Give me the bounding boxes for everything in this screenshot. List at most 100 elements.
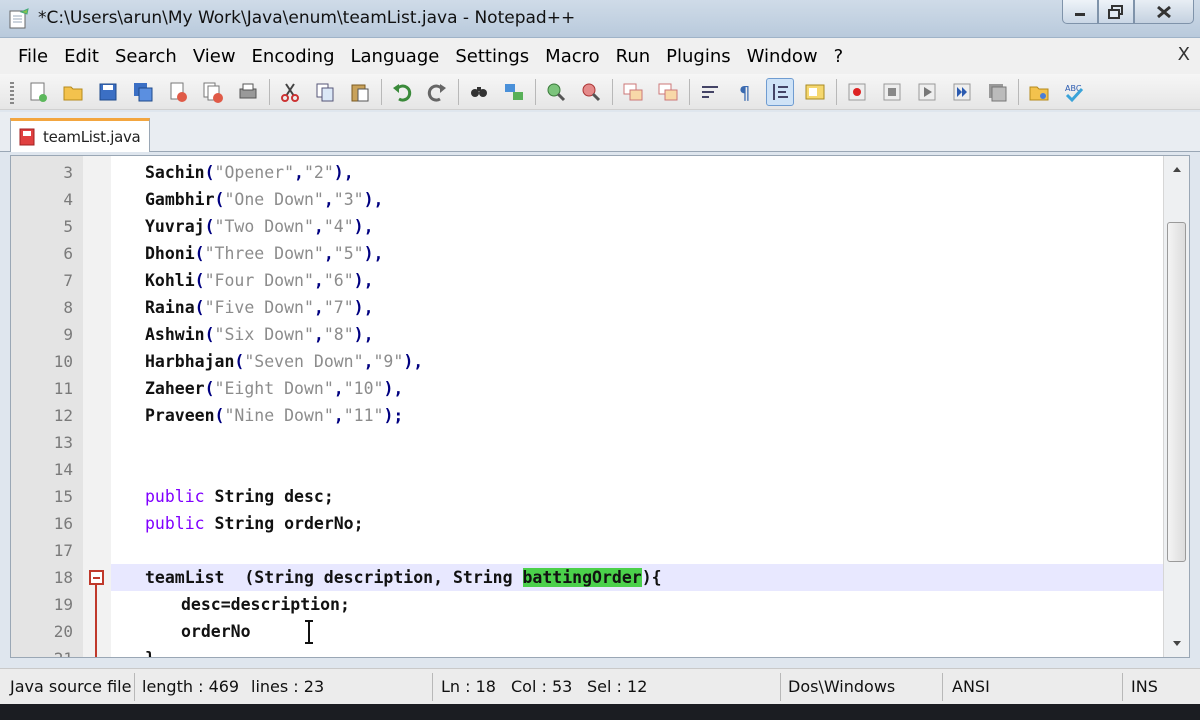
menu-language[interactable]: Language [343,42,448,71]
sync-horizontal-icon [658,83,678,100]
find-button[interactable] [465,78,493,106]
replace-button[interactable] [500,78,528,106]
enum-constant: Yuvraj [145,217,205,236]
open-file-icon [63,86,83,100]
new-file-button[interactable] [24,78,52,106]
code-line-7: 7 Kohli("Four Down","6"), [63,267,1163,294]
show-all-chars-button[interactable]: ¶ [731,78,759,106]
close-window-button[interactable] [1134,0,1194,24]
record-macro-icon [848,83,866,100]
scroll-down-button[interactable] [1164,633,1189,655]
maximize-button[interactable] [1098,0,1134,24]
line-number: 7 [63,271,73,290]
save-button[interactable] [94,78,122,106]
line-number: 19 [53,595,73,614]
paste-button[interactable] [346,78,374,106]
toolbar-separator [269,78,270,105]
new-file-icon [30,82,47,102]
undo-button[interactable] [388,78,416,106]
selected-text: battingOrder [522,568,642,587]
save-macro-button[interactable] [983,78,1011,106]
string-literal: "7" [323,298,354,317]
word-wrap-button[interactable] [696,78,724,106]
sync-horizontal-button[interactable] [654,78,682,106]
sync-vertical-button[interactable] [619,78,647,106]
fold-collapse-button[interactable] [89,570,104,585]
scrollbar-thumb[interactable] [1167,222,1186,562]
line-number: 12 [53,406,73,425]
menu-settings[interactable]: Settings [447,42,537,71]
code-text: Yuvraj("Two Down","4"), [145,217,374,236]
code-line-13: 13 [54,429,1163,456]
tab-bar: teamList.java [0,112,1200,152]
code-text: Praveen("Nine Down","11"); [145,406,404,425]
doc-map-button[interactable] [801,78,829,106]
menu-encoding[interactable]: Encoding [244,42,343,71]
menu-run[interactable]: Run [608,42,659,71]
toolbar-separator [458,78,459,105]
close-file-button[interactable] [164,78,192,106]
line-number: 20 [53,622,73,641]
status-insert-mode: INS [1131,677,1158,696]
scroll-up-button[interactable] [1164,158,1189,180]
close-all-icon [203,82,223,103]
constructor-open: ){ [641,568,662,587]
folder-workspace-button[interactable] [1025,78,1053,106]
string-literal: "Three Down" [204,244,324,263]
code-text: Zaheer("Eight Down","10"), [145,379,404,398]
keyword: public [145,514,205,533]
play-macro-button[interactable] [913,78,941,106]
code-line-12: 12 Praveen("Nine Down","11"); [54,402,1163,429]
run-macro-multiple-button[interactable] [948,78,976,106]
menu-macro[interactable]: Macro [537,42,607,71]
copy-button[interactable] [311,78,339,106]
code-area[interactable]: 3 Sachin("Opener","2"), 4 Gambhir("One D… [54,156,1163,657]
status-eol-format: Dos\Windows [788,677,896,696]
line-number: 21 [11,645,73,657]
open-file-button[interactable] [59,78,87,106]
code-line-6: 6 Dhoni("Three Down","5"), [63,240,1163,267]
print-button[interactable] [234,78,262,106]
close-all-button[interactable] [199,78,227,106]
status-lines: lines : 23 [251,677,325,696]
line-number: 3 [63,163,73,182]
minimize-button[interactable] [1062,0,1098,24]
string-literal: "5" [333,244,364,263]
code-line-14: 14 [54,456,1163,483]
menu-plugins[interactable]: Plugins [658,42,738,71]
zoom-out-button[interactable] [577,78,605,106]
menu-file[interactable]: File [10,42,56,71]
toolbar-separator [836,78,837,105]
close-document-button[interactable]: X [1178,44,1190,65]
menu-window[interactable]: Window [739,42,826,71]
spellcheck-button[interactable]: ABC [1060,78,1088,106]
menu-help[interactable]: ? [826,42,852,71]
string-literal: "Nine Down" [224,406,334,425]
line-number: 13 [53,433,73,452]
zoom-in-button[interactable] [542,78,570,106]
line-number: 8 [63,298,73,317]
code-line-9: 9 Ashwin("Six Down","8"), [63,321,1163,348]
taskbar-edge [0,704,1200,720]
keyword: public [145,487,205,506]
close-x-icon [1157,5,1171,18]
redo-button[interactable] [423,78,451,106]
code-editor[interactable]: 3 Sachin("Opener","2"), 4 Gambhir("One D… [10,155,1190,658]
save-all-button[interactable] [129,78,157,106]
paste-icon [351,84,369,101]
declaration: String orderNo; [204,514,364,533]
enum-constant: Dhoni [145,244,195,263]
vertical-scrollbar[interactable] [1163,156,1189,657]
code-line-18-current: 18 teamList (String description, String … [54,564,1163,591]
stop-macro-button[interactable] [878,78,906,106]
record-macro-button[interactable] [843,78,871,106]
tab-teamlist-java[interactable]: teamList.java [10,118,150,152]
menu-search[interactable]: Search [107,42,185,71]
window-title: *C:\Users\arun\My Work\Java\enum\teamLis… [38,8,576,28]
undo-icon [393,83,412,102]
menu-view[interactable]: View [185,42,244,71]
line-number: 15 [53,487,73,506]
menu-edit[interactable]: Edit [56,42,107,71]
cut-button[interactable] [276,78,304,106]
indent-guide-button[interactable] [766,77,794,106]
